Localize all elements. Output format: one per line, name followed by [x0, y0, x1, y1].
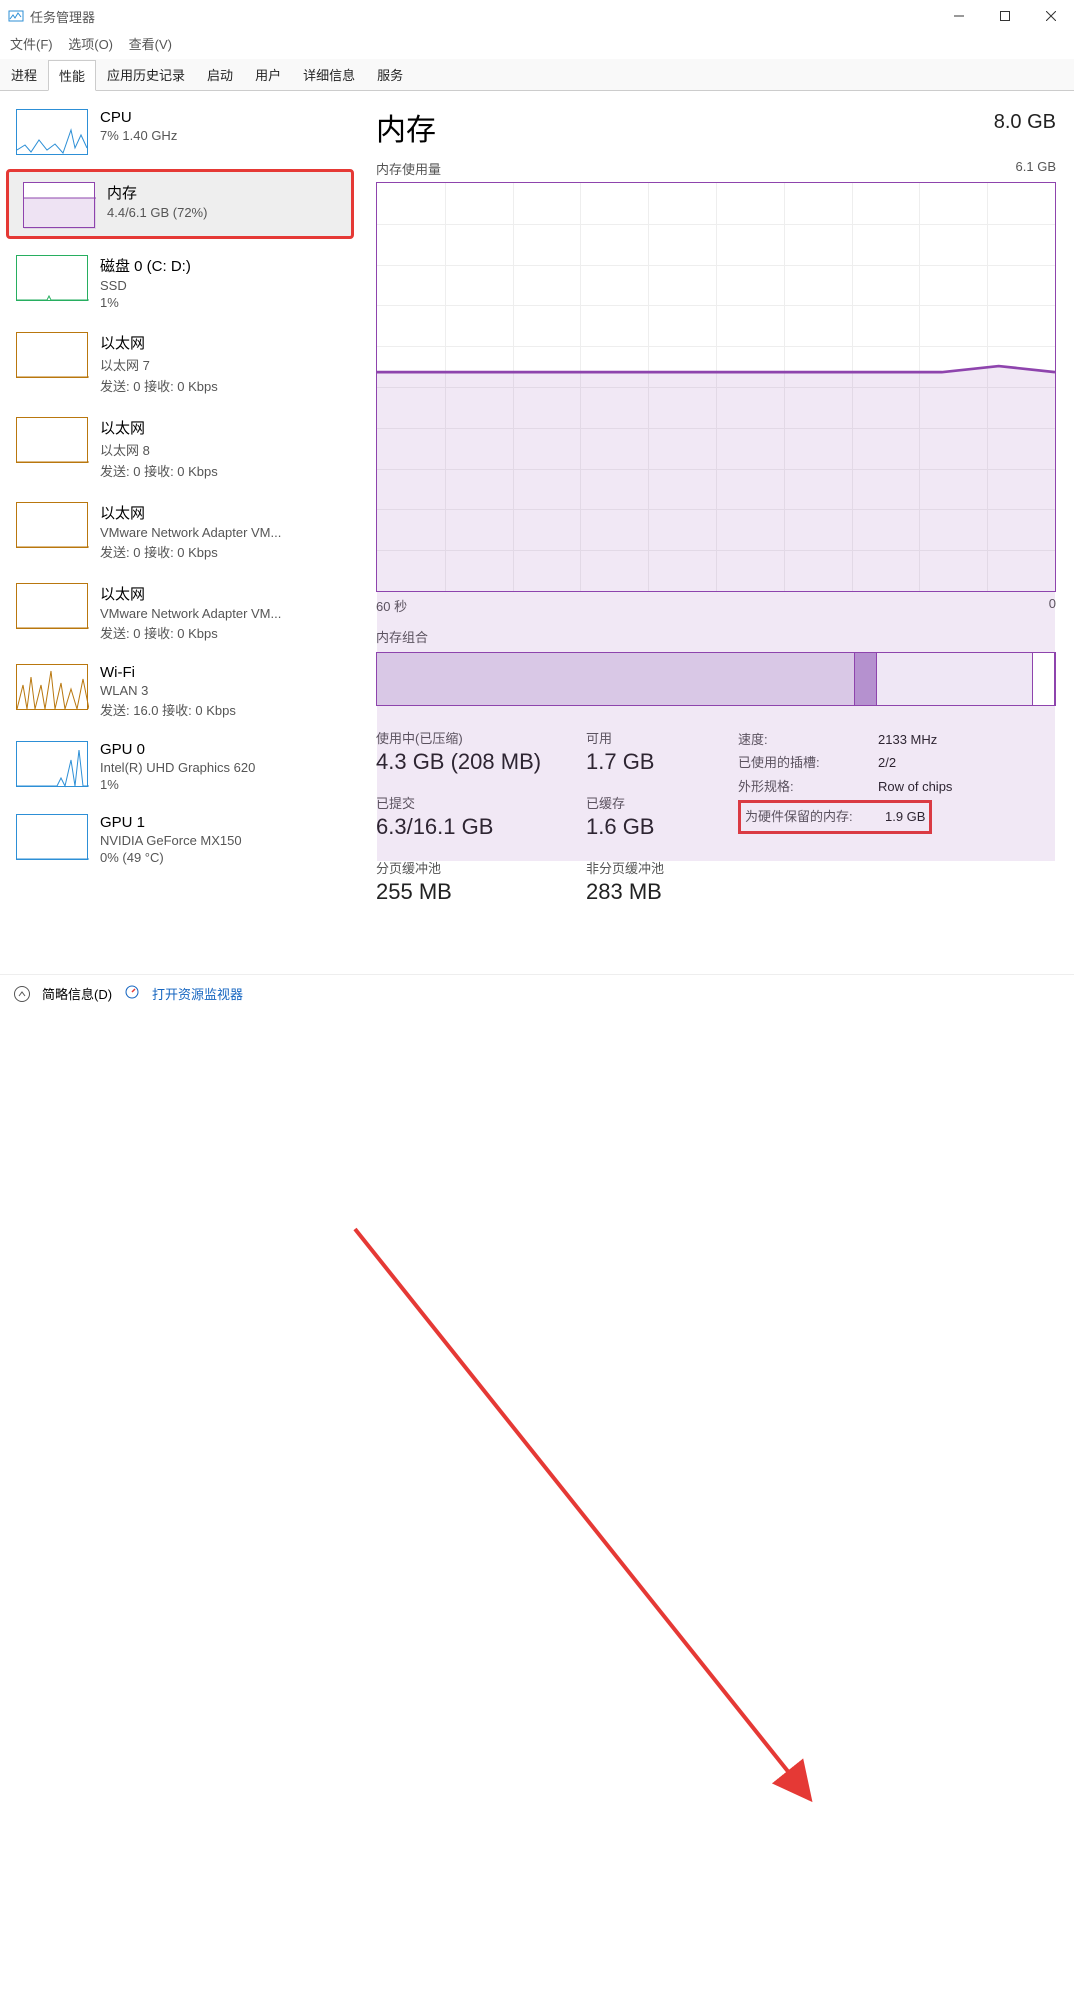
main-panel: 内存 8.0 GB 内存使用量 6.1 GB 60 秒 0 内存组合 使用中(已…: [360, 91, 1074, 979]
memory-usage-chart: [376, 182, 1056, 592]
sidebar-item-0[interactable]: CPU 7% 1.40 GHz: [0, 97, 360, 165]
main-heading: 内存: [376, 105, 436, 149]
annotation-arrow: [0, 979, 1074, 1991]
sidebar-line3: 发送: 16.0 接收: 0 Kbps: [100, 700, 236, 719]
usage-label: 内存使用量: [376, 159, 441, 178]
tab-0[interactable]: 进程: [0, 59, 48, 90]
sidebar-line3: 0% (49 °C): [100, 850, 242, 865]
sidebar-item-9[interactable]: GPU 1 NVIDIA GeForce MX150 0% (49 °C): [0, 802, 360, 875]
sidebar-thumb: [16, 583, 88, 629]
sidebar-thumb: [16, 814, 88, 860]
sidebar-title: 以太网: [100, 417, 218, 438]
maximize-button[interactable]: [982, 0, 1028, 32]
sidebar-line2: VMware Network Adapter VM...: [100, 525, 281, 540]
sidebar-thumb: [16, 741, 88, 787]
footer-bar: 简略信息(D) 打开资源监视器: [0, 974, 1074, 1012]
menu-file[interactable]: 文件(F): [10, 37, 53, 52]
sidebar-title: 以太网: [100, 502, 281, 523]
sidebar-line2: SSD: [100, 278, 191, 293]
sidebar-item-4[interactable]: 以太网 以太网 8 发送: 0 接收: 0 Kbps: [0, 405, 360, 490]
sidebar-thumb: [16, 109, 88, 155]
close-button[interactable]: [1028, 0, 1074, 32]
composition-seg-in_use: [377, 653, 855, 705]
sidebar-item-2[interactable]: 磁盘 0 (C: D:) SSD 1%: [0, 243, 360, 320]
tab-6[interactable]: 服务: [366, 59, 414, 90]
sidebar-line3: 发送: 0 接收: 0 Kbps: [100, 461, 218, 480]
chevron-up-icon[interactable]: [14, 986, 30, 1002]
sidebar-thumb: [16, 255, 88, 301]
minimize-button[interactable]: [936, 0, 982, 32]
sidebar-line3: 发送: 0 接收: 0 Kbps: [100, 542, 281, 561]
sidebar-title: 以太网: [100, 583, 281, 604]
composition-seg-free: [1033, 653, 1055, 705]
sidebar-title: 内存: [107, 182, 207, 203]
tab-4[interactable]: 用户: [244, 59, 292, 90]
sidebar-line2: 4.4/6.1 GB (72%): [107, 205, 207, 220]
performance-sidebar: CPU 7% 1.40 GHz 内存 4.4/6.1 GB (72%) 磁盘 0…: [0, 91, 360, 979]
sidebar-title: GPU 0: [100, 741, 255, 758]
resmon-icon: [124, 984, 140, 1003]
sidebar-title: CPU: [100, 109, 177, 126]
sidebar-line2: 以太网 7: [100, 355, 218, 374]
window-controls: [936, 0, 1074, 32]
sidebar-line2: VMware Network Adapter VM...: [100, 606, 281, 621]
sidebar-thumb: [16, 417, 88, 463]
sidebar-item-5[interactable]: 以太网 VMware Network Adapter VM... 发送: 0 接…: [0, 490, 360, 571]
sidebar-line3: 发送: 0 接收: 0 Kbps: [100, 376, 218, 395]
sidebar-thumb: [23, 182, 95, 228]
menu-view[interactable]: 查看(V): [129, 37, 172, 52]
sidebar-line2: 以太网 8: [100, 440, 218, 459]
app-icon: [8, 8, 24, 24]
sidebar-line3: 1%: [100, 777, 255, 792]
window-title: 任务管理器: [30, 7, 936, 26]
tab-2[interactable]: 应用历史记录: [96, 59, 196, 90]
sidebar-thumb: [16, 502, 88, 548]
sidebar-line3: 发送: 0 接收: 0 Kbps: [100, 623, 281, 642]
tab-5[interactable]: 详细信息: [292, 59, 366, 90]
sidebar-line2: 7% 1.40 GHz: [100, 128, 177, 143]
sidebar-title: GPU 1: [100, 814, 242, 831]
total-memory: 8.0 GB: [994, 111, 1056, 134]
usage-max: 6.1 GB: [1016, 159, 1056, 178]
sidebar-item-1[interactable]: 内存 4.4/6.1 GB (72%): [6, 169, 354, 239]
sidebar-line2: WLAN 3: [100, 683, 236, 698]
sidebar-item-8[interactable]: GPU 0 Intel(R) UHD Graphics 620 1%: [0, 729, 360, 802]
tab-3[interactable]: 启动: [196, 59, 244, 90]
tab-bar: 进程性能应用历史记录启动用户详细信息服务: [0, 59, 1074, 91]
stat-paged: 分页缓冲池 255 MB: [376, 858, 586, 905]
sidebar-thumb: [16, 664, 88, 710]
composition-seg-modified: [855, 653, 877, 705]
sidebar-line2: NVIDIA GeForce MX150: [100, 833, 242, 848]
tab-1[interactable]: 性能: [48, 60, 96, 91]
sidebar-title: 磁盘 0 (C: D:): [100, 255, 191, 276]
fewer-details-link[interactable]: 简略信息(D): [42, 984, 112, 1003]
menubar: 文件(F) 选项(O) 查看(V): [0, 32, 1074, 55]
sidebar-item-7[interactable]: Wi-Fi WLAN 3 发送: 16.0 接收: 0 Kbps: [0, 652, 360, 729]
memory-composition-chart: [376, 652, 1056, 706]
sidebar-line3: 1%: [100, 295, 191, 310]
sidebar-item-6[interactable]: 以太网 VMware Network Adapter VM... 发送: 0 接…: [0, 571, 360, 652]
sidebar-title: Wi-Fi: [100, 664, 236, 681]
sidebar-line2: Intel(R) UHD Graphics 620: [100, 760, 255, 775]
open-resmon-link[interactable]: 打开资源监视器: [152, 984, 243, 1003]
menu-options[interactable]: 选项(O): [68, 37, 113, 52]
titlebar: 任务管理器: [0, 0, 1074, 32]
stat-nonpaged: 非分页缓冲池 283 MB: [586, 858, 736, 905]
sidebar-item-3[interactable]: 以太网 以太网 7 发送: 0 接收: 0 Kbps: [0, 320, 360, 405]
sidebar-title: 以太网: [100, 332, 218, 353]
sidebar-thumb: [16, 332, 88, 378]
composition-seg-standby: [877, 653, 1033, 705]
